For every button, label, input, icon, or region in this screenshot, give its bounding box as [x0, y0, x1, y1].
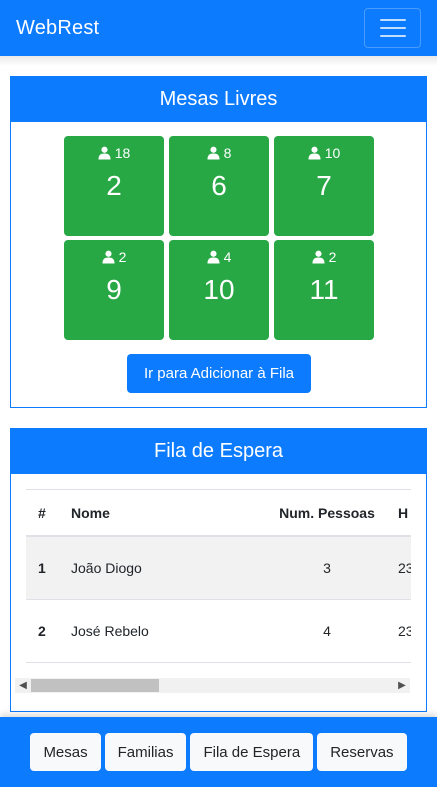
column-header-nome: Nome	[71, 504, 110, 521]
nav-button-familias[interactable]: Familias	[104, 733, 187, 771]
add-to-queue-button[interactable]: Ir para Adicionar à Fila	[127, 354, 311, 393]
table-number: 6	[211, 170, 227, 201]
column-header-num-pessoas: Num. Pessoas	[279, 504, 375, 521]
row-index: 1	[38, 560, 46, 576]
column-header-index: #	[38, 504, 46, 521]
table-capacity: 8	[223, 144, 232, 161]
horizontal-scrollbar[interactable]: ◀ ▶	[15, 678, 410, 693]
mesas-livres-card: Mesas Livres 18 2 8 6 10 7 2 9 4 10 2 11…	[10, 76, 427, 408]
column-header-hora: H	[398, 504, 409, 521]
navbar: WebRest	[0, 0, 437, 56]
table-capacity: 2	[118, 248, 127, 265]
scroll-right-icon[interactable]: ▶	[394, 678, 410, 693]
person-icon	[312, 250, 325, 263]
table-number: 2	[106, 170, 122, 201]
table-number: 10	[203, 274, 235, 305]
table-tile[interactable]: 8 6	[169, 136, 269, 236]
table-capacity: 18	[114, 144, 131, 161]
person-icon	[207, 146, 220, 159]
row-hora: 23	[398, 560, 411, 576]
tables-grid: 18 2 8 6 10 7 2 9 4 10 2 11	[64, 136, 375, 340]
table-tile[interactable]: 10 7	[274, 136, 374, 236]
row-nome: José Rebelo	[71, 623, 149, 639]
table-tile[interactable]: 2 9	[64, 240, 164, 340]
nav-button-mesas[interactable]: Mesas	[30, 733, 101, 771]
mesas-livres-header: Mesas Livres	[11, 77, 426, 122]
row-num-pessoas: 4	[323, 623, 331, 639]
table-capacity: 2	[328, 248, 337, 265]
person-icon	[207, 250, 220, 263]
row-index: 2	[38, 623, 46, 639]
bottom-nav: Mesas Familias Fila de Espera Reservas	[0, 717, 437, 787]
fila-espera-card: Fila de Espera # Nome Num. Pessoas H 1 J…	[10, 428, 427, 712]
queue-table: # Nome Num. Pessoas H 1 João Diogo 3 23 …	[26, 489, 411, 695]
table-capacity: 10	[324, 144, 341, 161]
row-num-pessoas: 3	[323, 560, 331, 576]
table-tile[interactable]: 18 2	[64, 136, 164, 236]
table-tile[interactable]: 4 10	[169, 240, 269, 340]
hamburger-icon	[379, 19, 406, 21]
scroll-left-icon[interactable]: ◀	[15, 678, 31, 693]
brand-title[interactable]: WebRest	[16, 17, 99, 40]
person-icon	[102, 250, 115, 263]
table-number: 11	[309, 274, 339, 305]
table-row[interactable]: 1 João Diogo 3 23	[26, 537, 411, 600]
nav-button-reservas[interactable]: Reservas	[317, 733, 407, 771]
table-tile[interactable]: 2 11	[274, 240, 374, 340]
fila-espera-header: Fila de Espera	[11, 429, 426, 474]
menu-toggle-button[interactable]	[364, 8, 421, 48]
row-nome: João Diogo	[71, 560, 142, 576]
row-hora: 23	[398, 623, 411, 639]
table-row[interactable]: 2 José Rebelo 4 23	[26, 600, 411, 663]
table-capacity: 4	[223, 248, 232, 265]
table-number: 9	[106, 274, 122, 305]
table-header-row: # Nome Num. Pessoas H	[26, 489, 411, 537]
person-icon	[98, 146, 111, 159]
person-icon	[308, 146, 321, 159]
scrollbar-thumb[interactable]	[31, 679, 159, 692]
table-number: 7	[316, 170, 332, 201]
nav-button-fila-espera[interactable]: Fila de Espera	[190, 733, 314, 771]
